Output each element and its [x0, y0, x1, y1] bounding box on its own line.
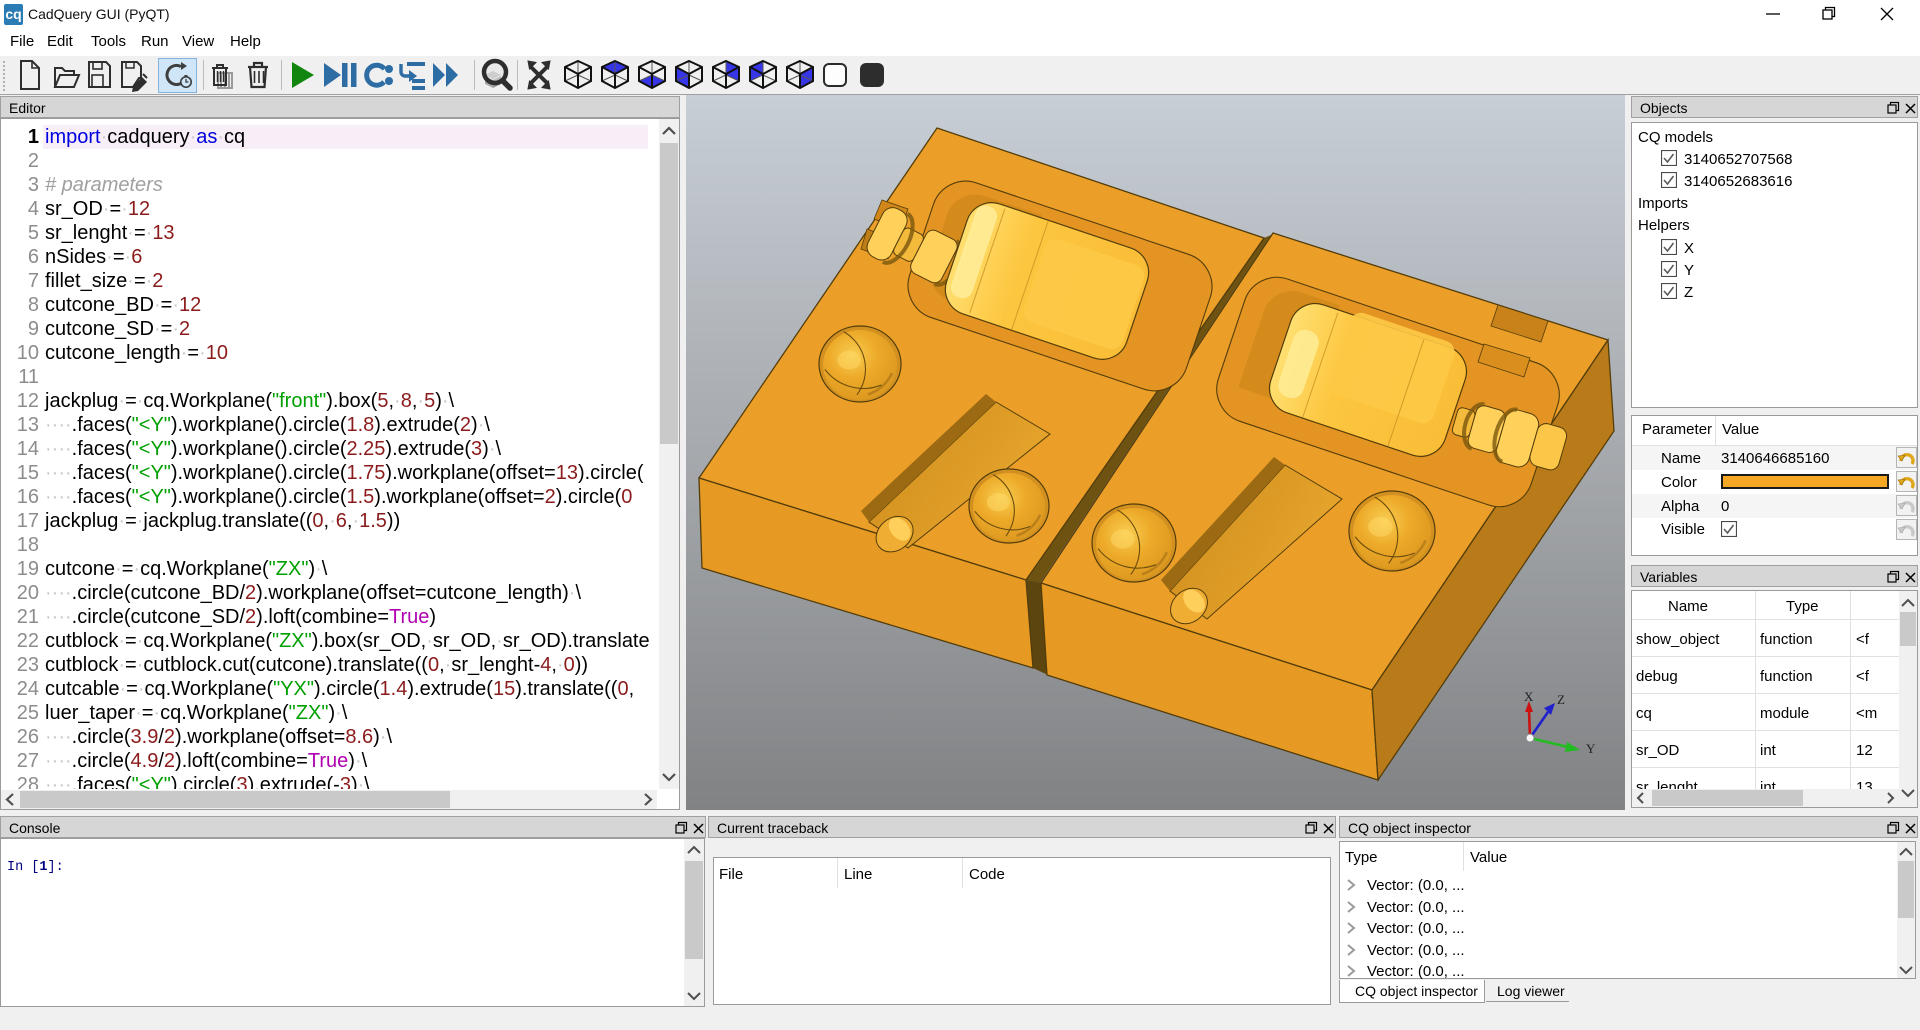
svg-text:Y: Y: [1586, 741, 1596, 756]
svg-text:Z: Z: [1557, 692, 1565, 707]
svg-text:X: X: [1524, 689, 1534, 704]
